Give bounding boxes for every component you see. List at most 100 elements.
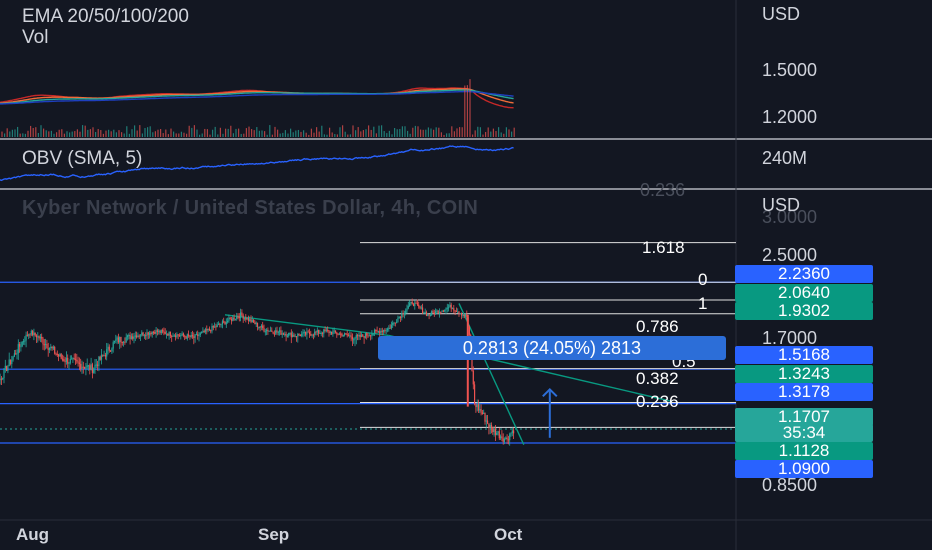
candle-body (90, 364, 92, 370)
candle-body (389, 327, 391, 329)
candle-body (165, 333, 168, 335)
candle-body (450, 304, 452, 309)
fib-level-label: 0 (698, 270, 708, 289)
candle-body (427, 314, 429, 317)
candle-body (84, 366, 86, 369)
volume-bar (58, 129, 60, 137)
candle-body (264, 331, 266, 333)
volume-bar (167, 134, 169, 137)
candle-body (368, 335, 370, 337)
candle-body (294, 336, 296, 338)
candle-body (47, 348, 49, 350)
candle-body (435, 311, 437, 315)
candle-body (290, 332, 292, 338)
volume-bar (238, 128, 240, 137)
candle-body (258, 326, 260, 328)
price-tag-fib[interactable]: 1.3243 (735, 365, 873, 383)
candle-body (202, 330, 204, 333)
candle-body (138, 335, 140, 337)
price-tag-fib[interactable]: 1.9302 (735, 302, 873, 320)
price-axis-currency-top[interactable]: USD (762, 4, 800, 25)
candle-body (219, 323, 221, 325)
volume-bar (100, 130, 102, 137)
candle-body (379, 331, 381, 334)
candle-body (58, 354, 60, 357)
ema-indicator-label[interactable]: EMA 20/50/100/200 (22, 6, 189, 28)
volume-bar (323, 134, 325, 137)
price-tag-fib[interactable]: 2.0640 (735, 284, 873, 302)
candle-body (227, 320, 229, 323)
volume-bar (53, 133, 55, 137)
volume-bar (513, 127, 515, 137)
candle-body (295, 336, 298, 338)
candle-body (129, 335, 131, 339)
candle-body (100, 354, 103, 360)
price-tag-hline[interactable]: 2.2360 (735, 265, 873, 283)
candle-body (232, 317, 234, 321)
candle-body (269, 330, 272, 332)
volume-bar (4, 133, 6, 137)
candle-body (409, 302, 411, 306)
volume-bar (183, 132, 185, 137)
candle-body (455, 310, 457, 312)
volume-bar (417, 126, 419, 137)
volume-bar (396, 129, 398, 137)
candle-body (281, 333, 283, 335)
volume-bar (115, 132, 117, 137)
candle-body (386, 328, 389, 331)
candle-body (141, 332, 143, 336)
candle-body (483, 412, 485, 414)
candle-body (476, 404, 478, 408)
candle-body (501, 436, 503, 439)
candle-body (171, 335, 173, 337)
price-range-measure-label[interactable]: 0.2813 (24.05%) 2813 (378, 336, 726, 360)
volume-bar (147, 127, 149, 137)
candle-body (150, 332, 152, 335)
candle-body (299, 334, 301, 337)
volume-bar (505, 127, 507, 137)
volume-bar (128, 133, 130, 137)
volume-bar (407, 130, 409, 137)
candle-body (121, 341, 123, 343)
candle-body (468, 326, 470, 335)
candle-body (411, 301, 413, 305)
volume-bar (199, 134, 201, 137)
candle-body (405, 310, 407, 314)
volume-bar (295, 130, 297, 137)
candle-body (500, 436, 502, 439)
candle-body (506, 437, 508, 440)
volume-indicator-label[interactable]: Vol (22, 27, 48, 49)
volume-bar (95, 131, 97, 137)
price-tag-hline[interactable]: 1.0900 (735, 460, 873, 478)
candle-body (234, 318, 236, 320)
candle-body (449, 304, 451, 308)
price-axis-currency-main[interactable]: USD (762, 195, 800, 216)
candle-body (301, 333, 303, 337)
candle-body (433, 312, 435, 315)
volume-bar (141, 133, 143, 137)
candle-body (233, 317, 235, 320)
price-tag-hline[interactable]: 1.5168 (735, 346, 873, 364)
candle-body (184, 335, 186, 337)
candle-body (312, 334, 314, 336)
candle-body (6, 365, 8, 372)
price-tag-hline[interactable]: 1.3178 (735, 383, 873, 401)
candle-body (134, 335, 136, 337)
candle-body (297, 333, 299, 337)
volume-bar (430, 128, 432, 137)
volume-bar (160, 129, 162, 137)
candle-body (154, 332, 156, 334)
candle-body (415, 302, 417, 304)
volume-bar (66, 131, 68, 137)
obv-indicator-label[interactable]: OBV (SMA, 5) (22, 148, 142, 170)
candle-body (393, 322, 395, 324)
candle-body (280, 330, 282, 335)
volume-bar (243, 133, 245, 137)
volume-bar (297, 129, 299, 137)
volume-bar (360, 131, 362, 137)
price-tag-fib[interactable]: 1.1128 (735, 442, 873, 460)
candle-body (159, 330, 161, 333)
volume-bar (206, 129, 208, 137)
candle-body (363, 336, 365, 338)
candle-body (307, 331, 309, 333)
